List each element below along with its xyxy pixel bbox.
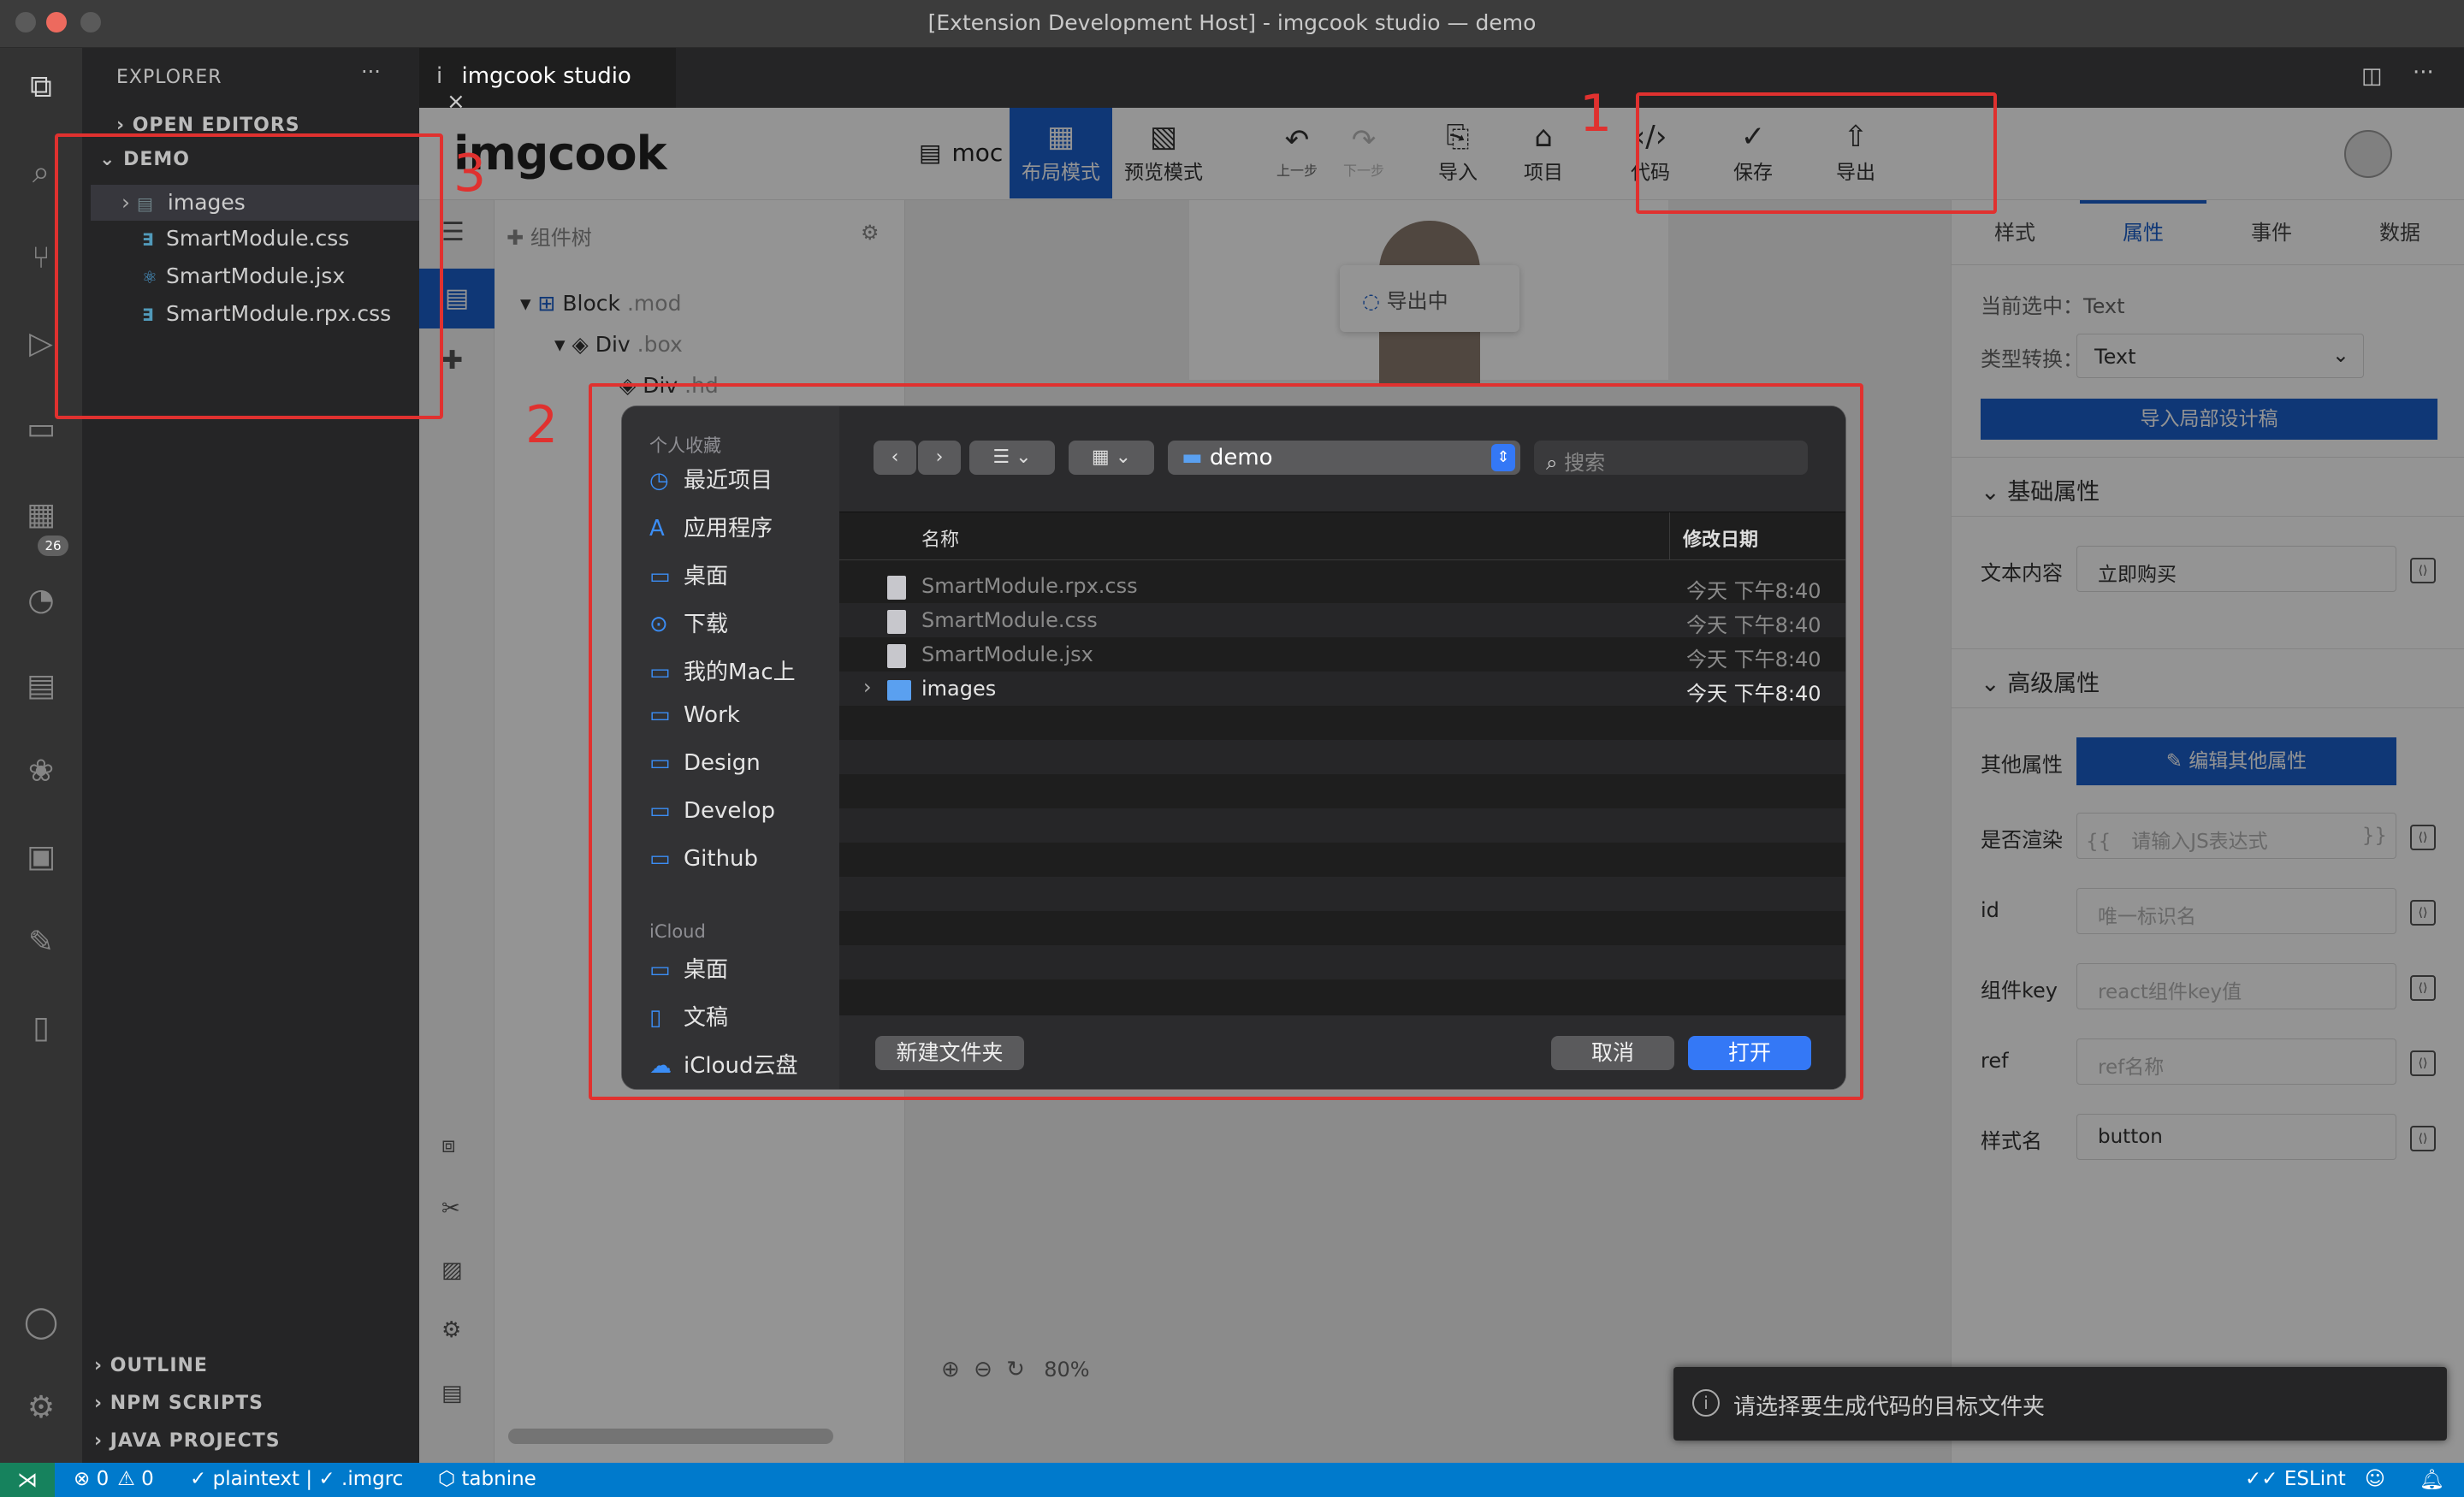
tabnine-label: tabnine bbox=[461, 1468, 536, 1490]
eslint-label: ESLint bbox=[2283, 1468, 2346, 1490]
annotation-box-explorer bbox=[55, 133, 443, 419]
chevron-right-icon: › bbox=[94, 1393, 110, 1414]
remote-indicator-icon[interactable]: ⋊ bbox=[0, 1463, 55, 1497]
tabnine-icon: ⬡ bbox=[438, 1468, 462, 1490]
check-all-icon: ✓✓ bbox=[2245, 1468, 2284, 1490]
language-indicator[interactable]: ✓ plaintext | ✓ .imgrc bbox=[190, 1468, 403, 1490]
timeline-icon[interactable]: ◔ bbox=[19, 578, 63, 623]
notification-toast: i 请选择要生成代码的目标文件夹 bbox=[1673, 1367, 2447, 1441]
tools-icon[interactable]: ✎ bbox=[19, 920, 63, 965]
eslint-indicator[interactable]: ✓✓ ESLint bbox=[2245, 1468, 2346, 1490]
outline-section[interactable]: › OUTLINE bbox=[94, 1355, 208, 1376]
section-label: NPM SCRIPTS bbox=[110, 1393, 264, 1414]
section-label: OUTLINE bbox=[110, 1355, 208, 1376]
status-bar: ⋊ ⊗ 0 ⚠ 0 ✓ plaintext | ✓ .imgrc ⬡ tabnin… bbox=[0, 1463, 2464, 1497]
book-icon[interactable]: ▯ bbox=[19, 1006, 63, 1050]
more-actions-icon[interactable]: ··· bbox=[361, 60, 381, 84]
imgcook-icon[interactable]: ❀ bbox=[19, 749, 63, 794]
tab-imgcook-studio[interactable]: i imgcook studio × bbox=[419, 48, 676, 115]
annotation-number-2: 2 bbox=[525, 395, 559, 455]
error-count: 0 bbox=[96, 1468, 110, 1490]
section-label: JAVA PROJECTS bbox=[110, 1430, 281, 1452]
java-projects-section[interactable]: › JAVA PROJECTS bbox=[94, 1430, 281, 1452]
gear-icon[interactable]: ⚙ bbox=[19, 1386, 63, 1430]
tab-label: imgcook studio bbox=[461, 63, 631, 89]
window-titlebar: [Extension Development Host] - imgcook s… bbox=[0, 0, 2464, 48]
error-icon: ⊗ bbox=[74, 1468, 97, 1490]
language-label: plaintext | bbox=[212, 1468, 313, 1490]
more-actions-icon[interactable]: ··· bbox=[2413, 60, 2434, 86]
editor-tab-bar: ◫ ··· bbox=[419, 48, 2464, 108]
annotation-box-toolbar bbox=[1636, 92, 1997, 214]
docker-icon[interactable]: ▤ bbox=[19, 664, 63, 708]
check-icon: ✓ bbox=[190, 1468, 213, 1490]
bell-icon[interactable]: 🔔︎ bbox=[2420, 1468, 2444, 1491]
info-icon: i bbox=[1692, 1389, 1720, 1417]
problems-indicator[interactable]: ⊗ 0 ⚠ 0 bbox=[74, 1468, 154, 1490]
feedback-icon[interactable]: ☺ bbox=[2365, 1468, 2385, 1490]
annotation-number-1: 1 bbox=[1579, 84, 1613, 144]
extensions-icon[interactable]: ▦ bbox=[19, 493, 63, 537]
config-label: .imgrc bbox=[341, 1468, 404, 1490]
annotation-number-3: 3 bbox=[453, 144, 487, 204]
toast-message: 请选择要生成代码的目标文件夹 bbox=[1733, 1394, 2046, 1420]
explorer-title: EXPLORER bbox=[116, 67, 222, 88]
preview-icon[interactable]: ▣ bbox=[19, 835, 63, 879]
account-icon[interactable]: ◯ bbox=[19, 1300, 63, 1345]
tab-info-icon: i bbox=[436, 63, 443, 89]
check-icon: ✓ bbox=[312, 1468, 342, 1490]
warning-count: 0 bbox=[141, 1468, 154, 1490]
extensions-badge: 26 bbox=[38, 535, 68, 556]
split-editor-icon[interactable]: ◫ bbox=[2361, 63, 2383, 89]
chevron-right-icon: › bbox=[94, 1430, 110, 1452]
npm-scripts-section[interactable]: › NPM SCRIPTS bbox=[94, 1393, 264, 1414]
annotation-box-dialog bbox=[589, 383, 1863, 1100]
files-icon[interactable]: ⧉ bbox=[19, 65, 63, 109]
chevron-right-icon: › bbox=[94, 1355, 110, 1376]
window-title: [Extension Development Host] - imgcook s… bbox=[927, 10, 1537, 35]
warning-icon: ⚠ bbox=[117, 1468, 142, 1490]
tabnine-indicator[interactable]: ⬡ tabnine bbox=[438, 1468, 536, 1490]
